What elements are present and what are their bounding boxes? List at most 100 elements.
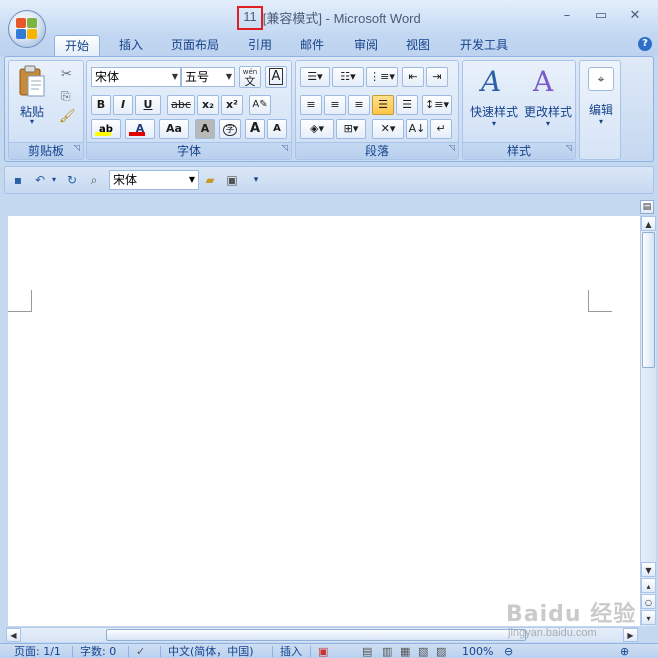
quick-styles-button[interactable]: A 快速样式 ▾ [467, 63, 521, 137]
help-icon[interactable]: ? [638, 37, 652, 51]
decrease-indent-button[interactable]: ⇤ [402, 67, 424, 87]
shrink-font-button[interactable]: A [267, 119, 287, 139]
editing-group[interactable]: ⌖ 编辑 ▾ [579, 60, 621, 160]
office-button[interactable] [8, 10, 46, 48]
scroll-up-icon[interactable]: ▲ [641, 216, 656, 231]
superscript-button[interactable]: x² [221, 95, 243, 115]
tab-view[interactable]: 视图 [396, 35, 440, 56]
print-preview-icon[interactable]: ⌕ [85, 172, 103, 188]
font-launcher-icon[interactable]: ◹ [282, 139, 288, 156]
align-center-button[interactable]: ≡ [324, 95, 346, 115]
paste-dropdown-arrow[interactable]: ▾ [13, 117, 51, 126]
qat-font-combo[interactable]: 宋体 ▼ [109, 170, 199, 190]
scroll-right-icon[interactable]: ▶ [623, 628, 638, 642]
line-spacing-button[interactable]: ↕≡▾ [422, 95, 452, 115]
bold-button[interactable]: B [91, 95, 111, 115]
sort-button[interactable]: A↓ [406, 119, 428, 139]
copy-doc-icon[interactable]: ▣ [223, 172, 241, 188]
tab-home[interactable]: 开始 [54, 35, 100, 56]
ruler-toggle-icon[interactable]: ▤ [640, 200, 654, 214]
bullets-button[interactable]: ☰▾ [300, 67, 330, 87]
clear-formatting-button[interactable]: A✎ [249, 95, 271, 115]
char-border-icon: A [268, 68, 284, 85]
font-color-button[interactable]: A [125, 119, 155, 139]
multilevel-list-button[interactable]: ⋮≡▾ [366, 67, 398, 87]
strikethrough-button[interactable]: abc [167, 95, 195, 115]
macro-record-icon[interactable]: ▣ [318, 645, 328, 658]
save-icon[interactable]: ▪ [9, 172, 27, 188]
ribbon-tabs: 开始 插入 页面布局 引用 邮件 审阅 视图 开发工具 [0, 32, 658, 56]
justify-button[interactable]: ☰ [372, 95, 394, 115]
copy-icon[interactable]: ⎘ [61, 89, 71, 104]
shading-button[interactable]: ◈▾ [300, 119, 334, 139]
tab-page-layout[interactable]: 页面布局 [164, 35, 226, 56]
print-layout-icon[interactable]: ▤ [362, 645, 372, 658]
format-painter-icon[interactable]: 🖌 [59, 109, 76, 124]
italic-button[interactable]: I [113, 95, 133, 115]
proofing-icon[interactable]: ✓ [136, 645, 145, 658]
browse-object-icon[interactable]: ○ [641, 594, 656, 609]
char-border-button[interactable]: A [265, 66, 287, 88]
align-center-icon: ≡ [330, 98, 340, 111]
word-count[interactable]: 字数: 0 [80, 645, 116, 658]
highlight-button[interactable]: ab [91, 119, 121, 139]
zoom-in-icon[interactable]: ⊕ [620, 645, 629, 658]
phonetic-guide-button[interactable]: wén 文 [239, 66, 261, 88]
outline-icon[interactable]: ▧ [418, 645, 428, 658]
zoom-level[interactable]: 100% [462, 645, 493, 658]
font-group-label: 字体 ◹ [87, 142, 291, 159]
scroll-down-icon[interactable]: ▼ [641, 562, 656, 577]
next-page-icon[interactable]: ▾ [641, 610, 656, 625]
paragraph-launcher-icon[interactable]: ◹ [449, 139, 455, 156]
editing-label: 编辑 [588, 103, 613, 117]
numbering-button[interactable]: ☷▾ [332, 67, 364, 87]
full-screen-icon[interactable]: ▥ [382, 645, 392, 658]
tab-references[interactable]: 引用 [238, 35, 282, 56]
change-case-button[interactable]: Aa [159, 119, 189, 139]
tab-mailings[interactable]: 邮件 [290, 35, 334, 56]
styles-launcher-icon[interactable]: ◹ [566, 139, 572, 156]
customize-qat-icon[interactable]: ▾ [247, 172, 265, 188]
tab-insert[interactable]: 插入 [108, 35, 154, 56]
distributed-icon: ☰ [402, 98, 412, 111]
zoom-out-icon[interactable]: ⊖ [504, 645, 513, 658]
show-marks-button[interactable]: ↵ [430, 119, 452, 139]
borders-button[interactable]: ⊞▾ [336, 119, 366, 139]
change-styles-button[interactable]: A 更改样式 ▾ [521, 63, 575, 137]
font-name-combo[interactable]: 宋体 ▼ [91, 67, 181, 87]
redo-icon[interactable]: ↻ [63, 172, 81, 188]
horizontal-scroll-thumb[interactable] [106, 629, 526, 641]
cut-icon[interactable]: ✂ [61, 67, 72, 82]
char-shading-button[interactable]: A [195, 119, 215, 139]
increase-indent-button[interactable]: ⇥ [426, 67, 448, 87]
subscript-button[interactable]: x₂ [197, 95, 219, 115]
font-size-combo[interactable]: 五号 ▼ [181, 67, 235, 87]
grow-font-button[interactable]: A [245, 119, 265, 139]
enclose-chars-button[interactable]: 字 [219, 119, 241, 139]
prev-page-icon[interactable]: ▴ [641, 578, 656, 593]
insert-mode[interactable]: 插入 [280, 645, 302, 658]
distributed-button[interactable]: ☰ [396, 95, 418, 115]
minimize-button[interactable]: – [550, 6, 584, 26]
web-layout-icon[interactable]: ▦ [400, 645, 410, 658]
tab-review[interactable]: 审阅 [344, 35, 388, 56]
clipboard-launcher-icon[interactable]: ◹ [74, 139, 80, 156]
document-page[interactable] [8, 216, 640, 626]
scroll-left-icon[interactable]: ◀ [6, 628, 21, 642]
vertical-scroll-thumb[interactable] [642, 232, 655, 368]
tab-developer[interactable]: 开发工具 [452, 35, 516, 56]
undo-dropdown-icon[interactable]: ▾ [45, 172, 63, 188]
underline-button[interactable]: U [135, 95, 161, 115]
page-count[interactable]: 页面: 1/1 [14, 645, 61, 658]
restore-button[interactable]: ▭ [584, 6, 618, 26]
close-button[interactable]: ✕ [618, 6, 652, 26]
align-right-button[interactable]: ≡ [348, 95, 370, 115]
align-left-button[interactable]: ≡ [300, 95, 322, 115]
paste-button[interactable]: 粘贴 ▾ [17, 65, 47, 126]
ruler-area [4, 195, 640, 215]
chinese-layout-button[interactable]: ✕▾ [372, 119, 404, 139]
draft-icon[interactable]: ▨ [436, 645, 446, 658]
language-indicator[interactable]: 中文(简体，中国) [168, 645, 254, 658]
open-folder-icon[interactable]: ▰ [201, 172, 219, 188]
vertical-scrollbar[interactable]: ▲ ▼ ▴ ○ ▾ [640, 216, 656, 626]
